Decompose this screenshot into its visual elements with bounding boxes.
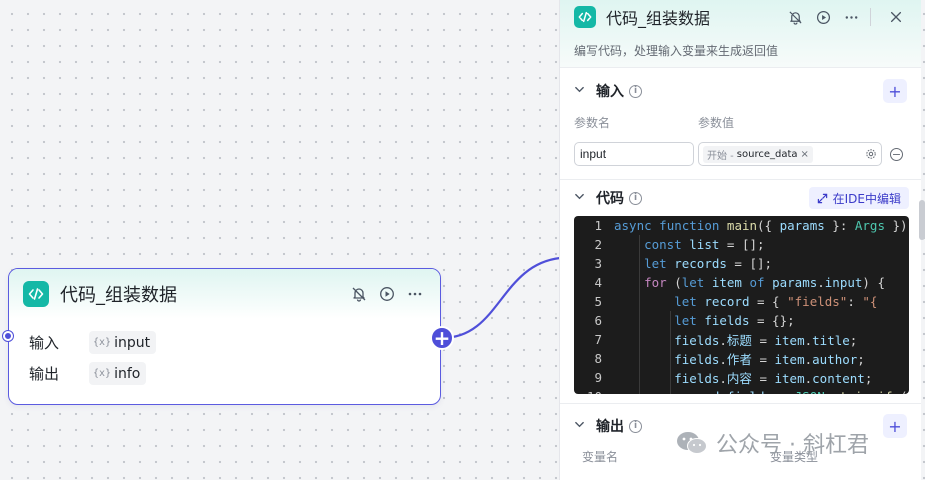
line-number: 3 (594, 256, 602, 271)
param-name-header: 参数名 (574, 116, 611, 130)
node-header: 代码_组装数据 (9, 269, 440, 319)
expand-icon (817, 193, 827, 203)
line-number: 5 (594, 294, 602, 309)
line-number: 7 (594, 332, 602, 347)
line-number: 6 (594, 313, 602, 328)
line-number: 9 (594, 370, 602, 385)
code-line: for (let item of params.input) { (644, 275, 885, 290)
code-line: fields.标题 = item.title; (674, 333, 858, 348)
close-icon[interactable] (885, 6, 907, 28)
variable-reference-tag: 开始 - source_data × (703, 145, 813, 163)
watermark-text: 公众号 · 斜杠君 (716, 433, 869, 458)
run-icon[interactable] (376, 283, 398, 305)
add-input-button[interactable]: + (883, 79, 907, 103)
panel-description: 编写代码，处理输入变量来生成返回值 (574, 44, 779, 58)
code-editor[interactable]: 1 async function main({ params }: Args })… (574, 216, 909, 394)
panel-header: 代码_组装数据 编写代码，处理输入变量来生成返回值 (560, 0, 921, 68)
remove-param-icon[interactable]: − (890, 147, 903, 161)
line-number: 2 (594, 237, 602, 252)
node-title: 代码_组装数据 (60, 285, 177, 306)
info-icon[interactable]: i (629, 419, 642, 433)
bell-off-icon[interactable] (784, 6, 806, 28)
wechat-icon (677, 432, 707, 454)
output-section-title: 输出 (596, 419, 624, 435)
panel-title[interactable]: 代码_组装数据 (606, 5, 778, 29)
code-line: record.fields = JSON.stringify( (614, 389, 907, 394)
param-value-header: 参数值 (698, 116, 735, 130)
node-config-panel: 代码_组装数据 编写代码，处理输入变量来生成返回值 输入 i + 参数名 参数值… (559, 0, 921, 480)
variable-icon: {x} (93, 337, 112, 348)
edit-in-ide-label: 在IDE中编辑 (832, 191, 901, 206)
code-node[interactable]: 代码_组装数据 输入 {x} input 输出 {x} info (8, 268, 441, 405)
chevron-down-icon[interactable] (574, 84, 592, 98)
run-icon[interactable] (812, 6, 834, 28)
scrollbar[interactable] (919, 200, 925, 240)
line-number: 10 (574, 389, 614, 394)
line-number: 1 (594, 218, 602, 233)
code-line: async function main({ params }: Args }) … (614, 218, 908, 233)
more-icon[interactable] (840, 6, 862, 28)
header-divider (870, 8, 871, 26)
bell-off-icon[interactable] (348, 283, 370, 305)
tag-source: 开始 - (707, 150, 734, 162)
line-number: 8 (594, 351, 602, 366)
settings-icon[interactable] (865, 145, 877, 164)
param-name-input[interactable] (574, 142, 694, 166)
tag-value: source_data (736, 148, 798, 160)
param-value-field[interactable]: 开始 - source_data × (698, 142, 882, 166)
info-icon[interactable]: i (629, 191, 642, 205)
code-line: fields.作者 = item.author; (674, 352, 865, 367)
info-icon[interactable]: i (629, 84, 642, 98)
add-node-button[interactable]: + (430, 326, 454, 350)
code-icon (574, 6, 596, 28)
code-line: const list = []; (644, 237, 765, 252)
node-input-row: 输入 {x} input (9, 327, 440, 358)
node-output-label: 输出 (29, 365, 60, 383)
input-section-title: 输入 (596, 84, 624, 100)
node-output-chip-text: info (114, 365, 141, 382)
node-input-chip: {x} input (89, 331, 157, 354)
edit-in-ide-button[interactable]: 在IDE中编辑 (808, 187, 909, 209)
code-line: let fields = {}; (674, 313, 795, 328)
code-line: let record = { "fields": "{ (674, 294, 878, 309)
code-line: fields.内容 = item.content; (674, 371, 873, 386)
variable-icon: {x} (93, 368, 112, 379)
node-output-chip: {x} info (89, 362, 147, 385)
code-icon (23, 281, 49, 307)
add-output-button[interactable]: + (883, 414, 907, 438)
code-line: let records = []; (644, 256, 773, 271)
node-input-chip-text: input (114, 334, 151, 351)
chevron-down-icon[interactable] (574, 419, 592, 433)
code-section: 代码 i 在IDE中编辑 1 async function main({ para… (560, 180, 921, 404)
node-output-row: 输出 {x} info (9, 358, 440, 389)
node-input-label: 输入 (29, 334, 60, 352)
watermark: 公众号 · 斜杠君 (676, 427, 869, 459)
input-port[interactable] (3, 331, 13, 341)
line-number: 4 (594, 275, 602, 290)
chevron-down-icon[interactable] (574, 191, 592, 205)
remove-tag-icon[interactable]: × (801, 149, 809, 160)
code-section-title: 代码 (596, 191, 624, 207)
input-section: 输入 i + 参数名 参数值 开始 - source_data × − (560, 68, 921, 180)
more-icon[interactable] (404, 283, 426, 305)
